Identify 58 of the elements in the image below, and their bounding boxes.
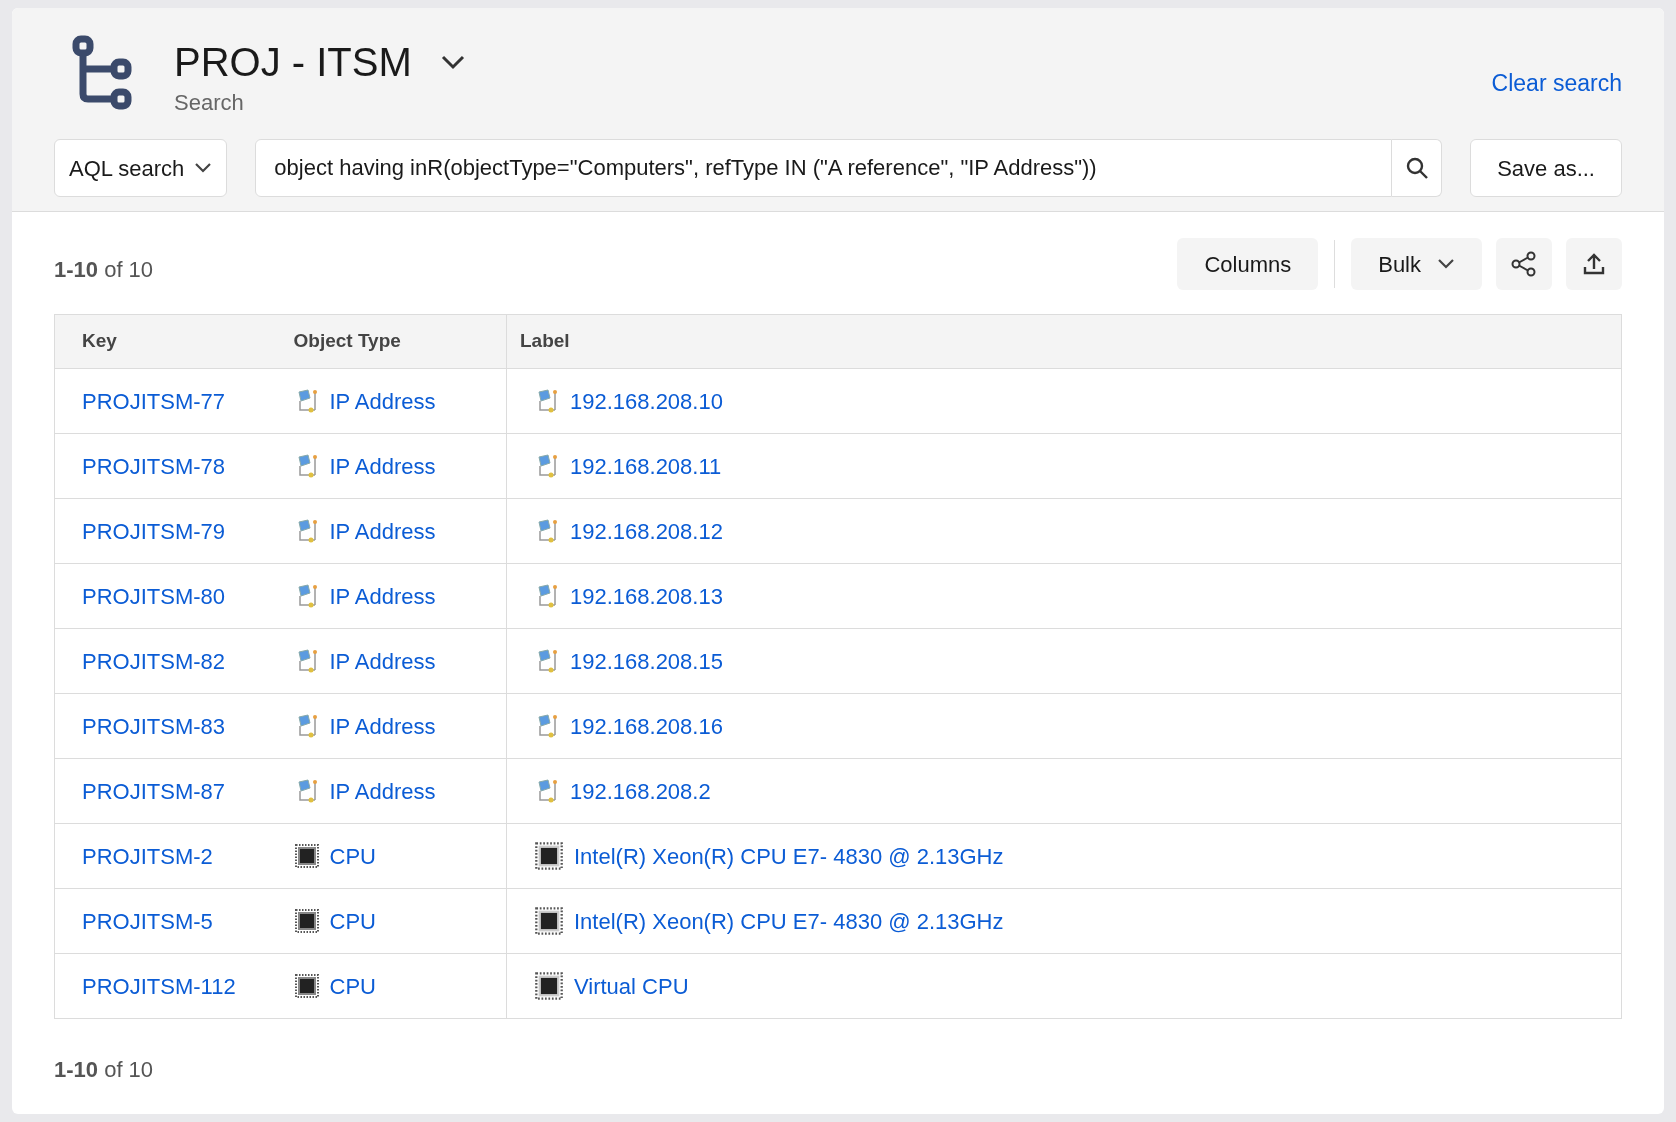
- search-icon: [1404, 156, 1429, 180]
- object-type-link[interactable]: IP Address: [329, 384, 436, 418]
- chip-icon: [293, 843, 320, 869]
- object-label-link[interactable]: 192.168.208.10: [570, 384, 723, 418]
- export-button[interactable]: [1566, 238, 1622, 290]
- object-type-link[interactable]: CPU: [329, 969, 376, 1003]
- share-button[interactable]: [1496, 238, 1552, 290]
- share-icon: [1511, 251, 1537, 277]
- object-label-link[interactable]: 192.168.208.16: [570, 709, 723, 743]
- object-label-link[interactable]: Virtual CPU: [574, 969, 689, 1003]
- object-key-link[interactable]: PROJITSM-77: [82, 388, 226, 414]
- columns-button[interactable]: Columns: [1177, 238, 1319, 290]
- object-label-link[interactable]: 192.168.208.11: [570, 449, 722, 483]
- object-type-link[interactable]: IP Address: [329, 579, 436, 613]
- result-count: 1-10 of 10: [54, 1056, 155, 1084]
- object-type-link[interactable]: IP Address: [329, 449, 436, 483]
- result-count: 1-10 of 10: [54, 255, 154, 284]
- search-button[interactable]: [1392, 139, 1443, 197]
- object-key-link[interactable]: PROJITSM-5: [82, 908, 213, 934]
- object-key-link[interactable]: PROJITSM-2: [82, 843, 213, 869]
- object-label-link[interactable]: Intel(R) Xeon(R) CPU E7- 4830 @ 2.13GHz: [574, 839, 1004, 873]
- search-mode-dropdown[interactable]: AQL search: [54, 139, 228, 197]
- object-label-link[interactable]: 192.168.208.13: [570, 579, 723, 613]
- save-as-button[interactable]: Save as...: [1470, 139, 1622, 197]
- chevron-down-icon: [194, 162, 213, 174]
- object-label-link[interactable]: Intel(R) Xeon(R) CPU E7- 4830 @ 2.13GHz: [574, 904, 1004, 938]
- search-field[interactable]: object having inR(objectType="Computers", refType IN ("A reference", "IP Address")): [255, 139, 1393, 197]
- object-type-link[interactable]: IP Address: [329, 514, 436, 548]
- upload-icon: [1582, 252, 1606, 276]
- project-title: PROJ - ITSM: [174, 40, 412, 84]
- chevron-down-icon: [1437, 258, 1455, 270]
- chip-icon: [293, 908, 320, 934]
- object-label-link[interactable]: 192.168.208.15: [570, 644, 723, 678]
- bulk-dropdown[interactable]: Bulk: [1351, 238, 1482, 290]
- page-subtitle: Search: [174, 89, 245, 117]
- chip-icon: [293, 973, 320, 999]
- object-label-link[interactable]: 192.168.208.2: [570, 774, 711, 808]
- object-key-link[interactable]: PROJITSM-80: [82, 583, 226, 609]
- object-type-link[interactable]: CPU: [329, 839, 376, 873]
- object-type-link[interactable]: IP Address: [329, 774, 436, 808]
- clear-search-link[interactable]: Clear search: [1491, 66, 1622, 101]
- chip-icon: [534, 841, 564, 871]
- object-key-link[interactable]: PROJITSM-82: [82, 648, 226, 674]
- column-header[interactable]: Key: [54, 314, 281, 369]
- chip-icon: [534, 906, 564, 936]
- chip-icon: [534, 971, 564, 1001]
- object-type-link[interactable]: IP Address: [329, 644, 436, 678]
- object-type-link[interactable]: CPU: [329, 904, 376, 938]
- column-header[interactable]: Label: [506, 314, 1622, 369]
- object-key-link[interactable]: PROJITSM-87: [82, 778, 226, 804]
- object-key-link[interactable]: PROJITSM-83: [82, 713, 226, 739]
- object-key-link[interactable]: PROJITSM-112: [82, 973, 236, 999]
- chevron-down-icon[interactable]: [439, 54, 466, 70]
- object-key-link[interactable]: PROJITSM-79: [82, 518, 226, 544]
- object-label-link[interactable]: 192.168.208.12: [570, 514, 723, 548]
- object-key-link[interactable]: PROJITSM-78: [82, 453, 226, 479]
- object-type-link[interactable]: IP Address: [329, 709, 436, 743]
- column-header[interactable]: Object Type: [280, 314, 507, 369]
